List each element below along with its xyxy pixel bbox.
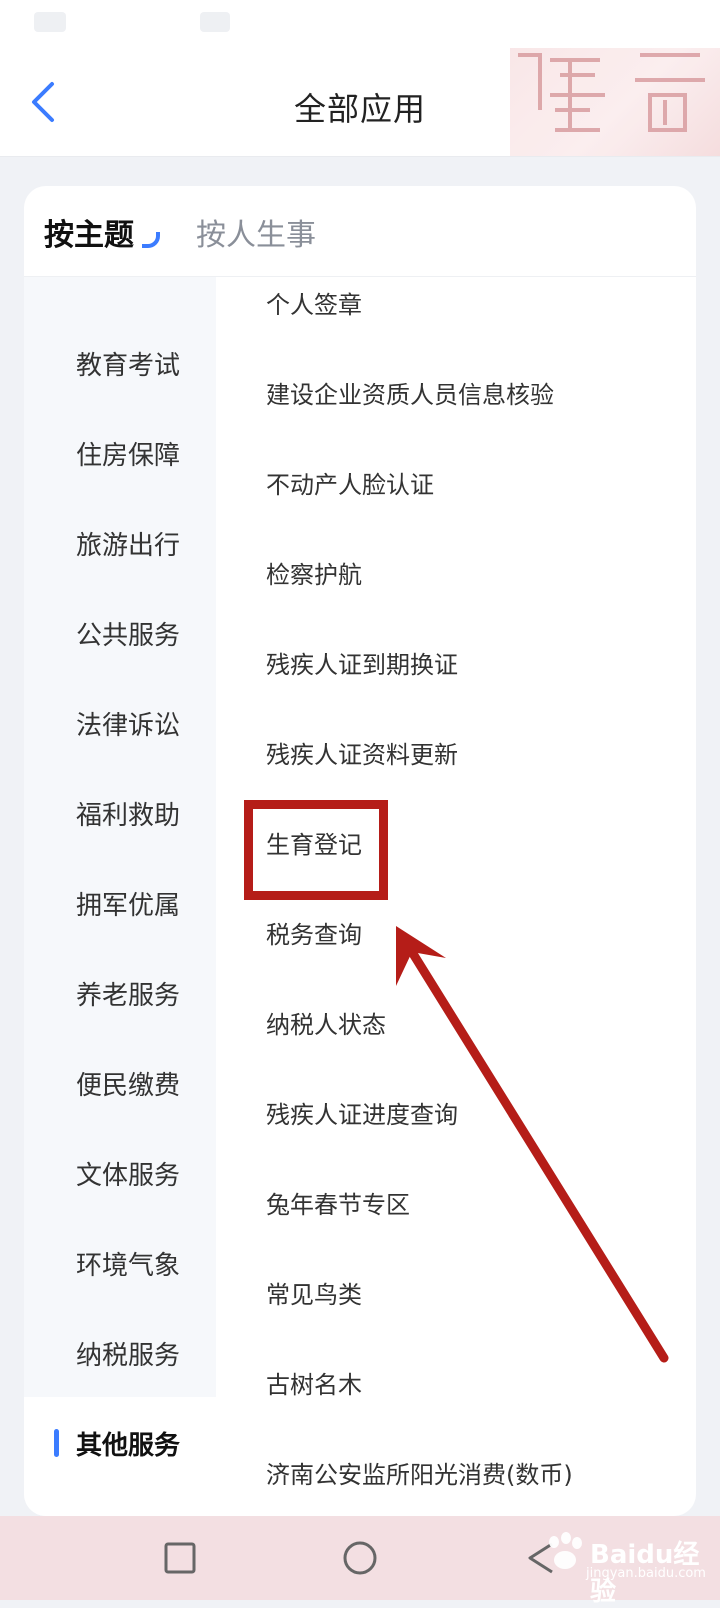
sidebar-item-legal[interactable]: 法律诉讼 [24,691,216,751]
app-item-disability-card-update[interactable]: 残疾人证资料更新 [266,735,458,783]
sidebar-item-travel[interactable]: 旅游出行 [24,511,216,571]
watermark-url: jingyan.baidu.com [586,1566,706,1581]
tab-by-life-event[interactable]: 按人生事 [196,210,316,254]
app-item-ancient-trees[interactable]: 古树名木 [266,1365,362,1413]
status-icon [200,12,230,32]
sidebar-item-military-family[interactable]: 拥军优属 [24,871,216,931]
app-header: 全部应用 [0,48,720,157]
circle-icon [343,1541,377,1575]
sidebar-item-payments[interactable]: 便民缴费 [24,1051,216,1111]
category-sidebar[interactable]: ┈┈┈┈┈ 教育考试 住房保障 旅游出行 公共服务 法律诉讼 福利救助 拥军优属… [24,277,216,1516]
app-item-disability-card-progress[interactable]: 残疾人证进度查询 [266,1095,458,1143]
baidu-watermark: Baidu经验 jingyan.baidu.com [540,1526,710,1607]
tab-by-topic[interactable]: 按主题 [44,210,134,254]
app-item-disability-card-renewal[interactable]: 残疾人证到期换证 [266,645,458,693]
active-indicator [54,1429,59,1457]
sidebar-item-other-services[interactable]: 其他服务 [24,1397,216,1516]
status-bar [0,0,720,48]
sidebar-item-culture-sports[interactable]: 文体服务 [24,1141,216,1201]
app-item-common-birds[interactable]: 常见鸟类 [266,1275,362,1323]
sidebar-item-welfare[interactable]: 福利救助 [24,781,216,841]
app-item-jinan-police-consumption[interactable]: 济南公安监所阳光消费(数币) [266,1455,573,1503]
highlight-box [244,800,388,900]
app-item-personal-signature[interactable]: 个人签章 [266,285,362,333]
page-title: 全部应用 [293,90,426,128]
recent-apps-button[interactable] [158,1536,202,1580]
sidebar-item-housing[interactable]: 住房保障 [24,421,216,481]
status-icon [34,12,66,32]
sidebar-item-tax[interactable]: 纳税服务 [24,1321,216,1381]
app-item-enterprise-qualification-check[interactable]: 建设企业资质人员信息核验 [266,375,554,423]
sidebar-item-environment-weather[interactable]: 环境气象 [24,1231,216,1291]
system-nav-bar: Baidu经验 jingyan.baidu.com [0,1516,720,1607]
sidebar-item-partial[interactable]: ┈┈┈┈┈ [24,277,216,307]
home-button[interactable] [338,1536,382,1580]
app-item-real-estate-face-auth[interactable]: 不动产人脸认证 [266,465,434,513]
app-item-tax-query[interactable]: 税务查询 [266,915,362,963]
square-icon [164,1542,196,1574]
app-item-taxpayer-status[interactable]: 纳税人状态 [266,1005,386,1053]
sidebar-item-education[interactable]: 教育考试 [24,331,216,391]
paw-icon [549,1532,582,1569]
app-item-rabbit-year-festival[interactable]: 兔年春节专区 [266,1185,410,1233]
app-item-procuratorate-escort[interactable]: 检察护航 [266,555,362,603]
sidebar-item-public-service[interactable]: 公共服务 [24,601,216,661]
sidebar-item-elderly[interactable]: 养老服务 [24,961,216,1021]
category-tabs: 按主题 按人生事 [24,186,696,277]
tab-active-indicator [142,232,160,248]
